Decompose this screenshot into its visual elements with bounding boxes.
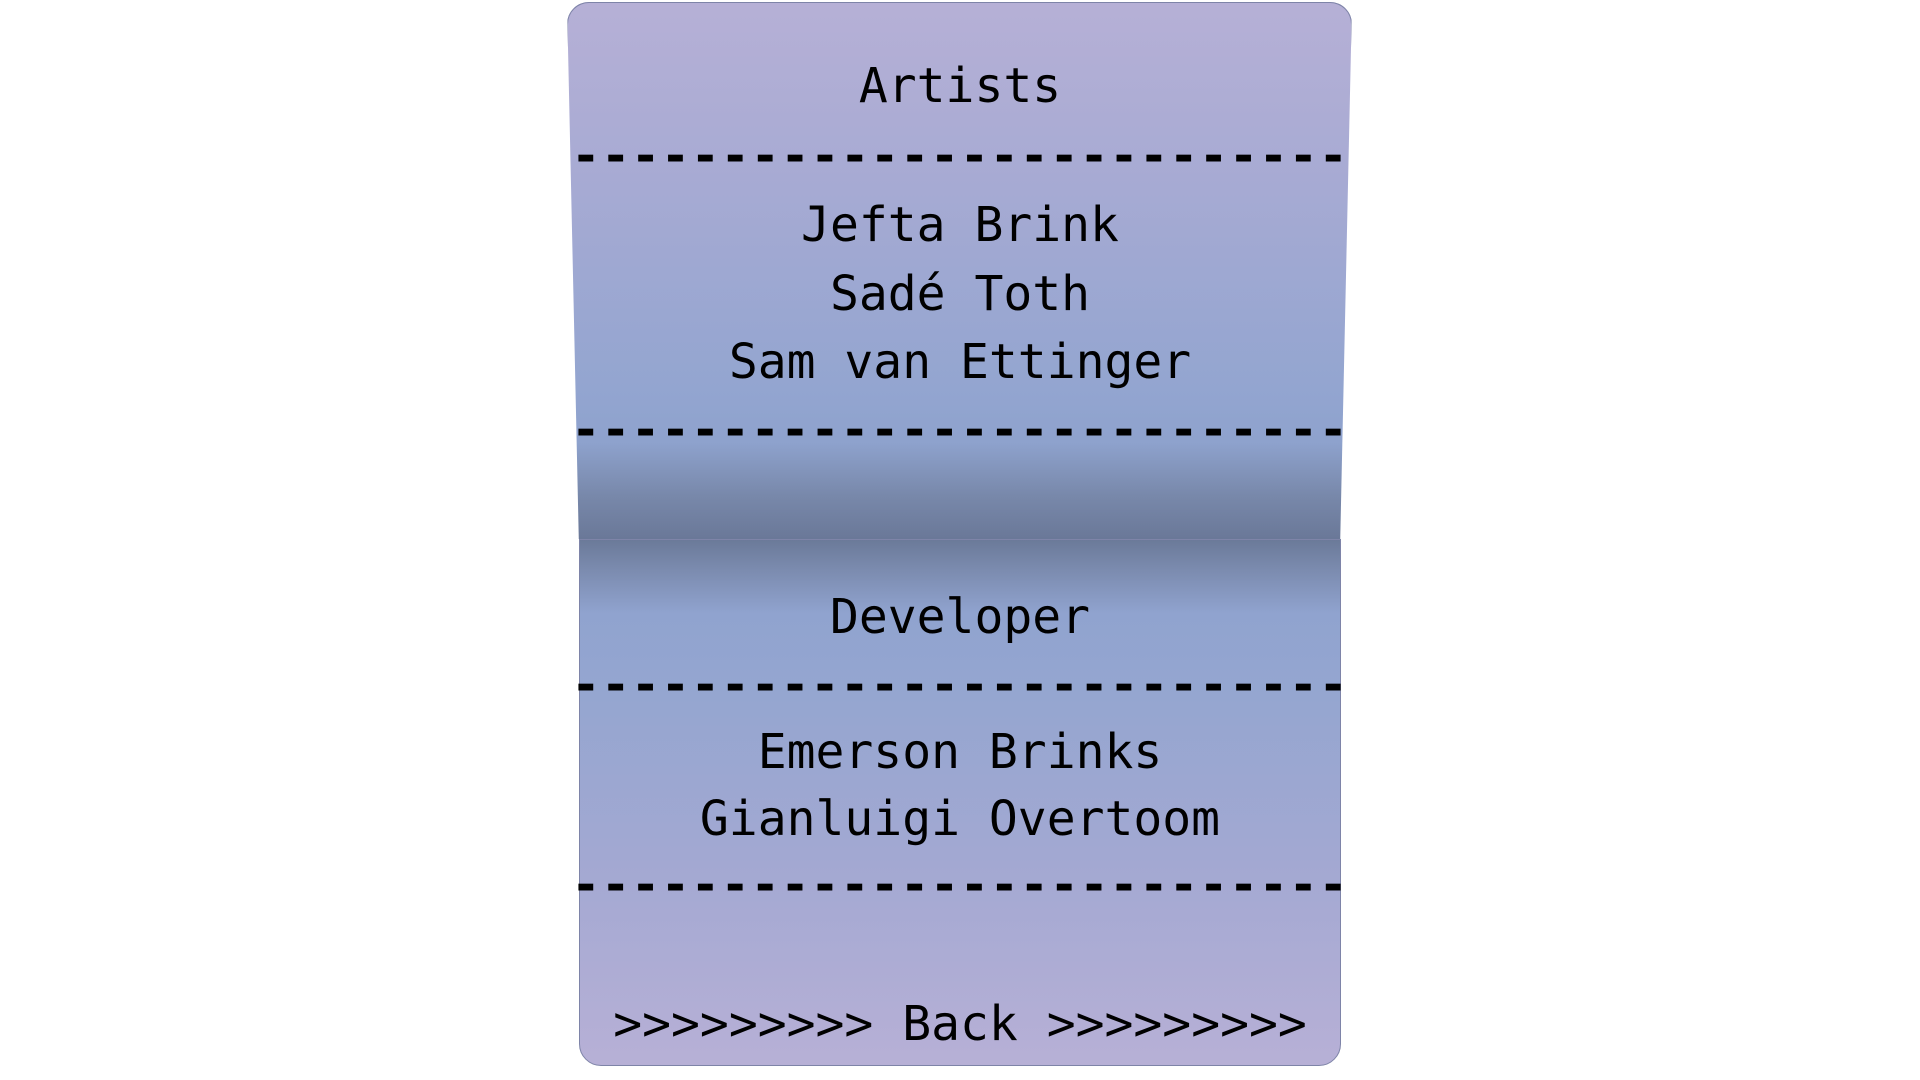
developer-divider-bottom: -------------------------- [571, 857, 1349, 913]
developer-heading: Developer [829, 589, 1091, 645]
artists-divider-bottom: -------------------------- [571, 402, 1349, 458]
back-button[interactable]: >>>>>>>>> Back >>>>>>>>> [0, 996, 1920, 1052]
developer-divider-top: -------------------------- [571, 657, 1349, 713]
artist-name: Sadé Toth [829, 266, 1091, 322]
developer-name: Emerson Brinks [757, 724, 1163, 780]
artist-name: Jefta Brink [801, 197, 1119, 253]
artist-name: Sam van Ettinger [728, 334, 1192, 390]
developer-name: Gianluigi Overtoom [699, 791, 1221, 847]
artists-divider-top: -------------------------- [571, 128, 1349, 184]
artists-heading: Artists [858, 58, 1062, 114]
